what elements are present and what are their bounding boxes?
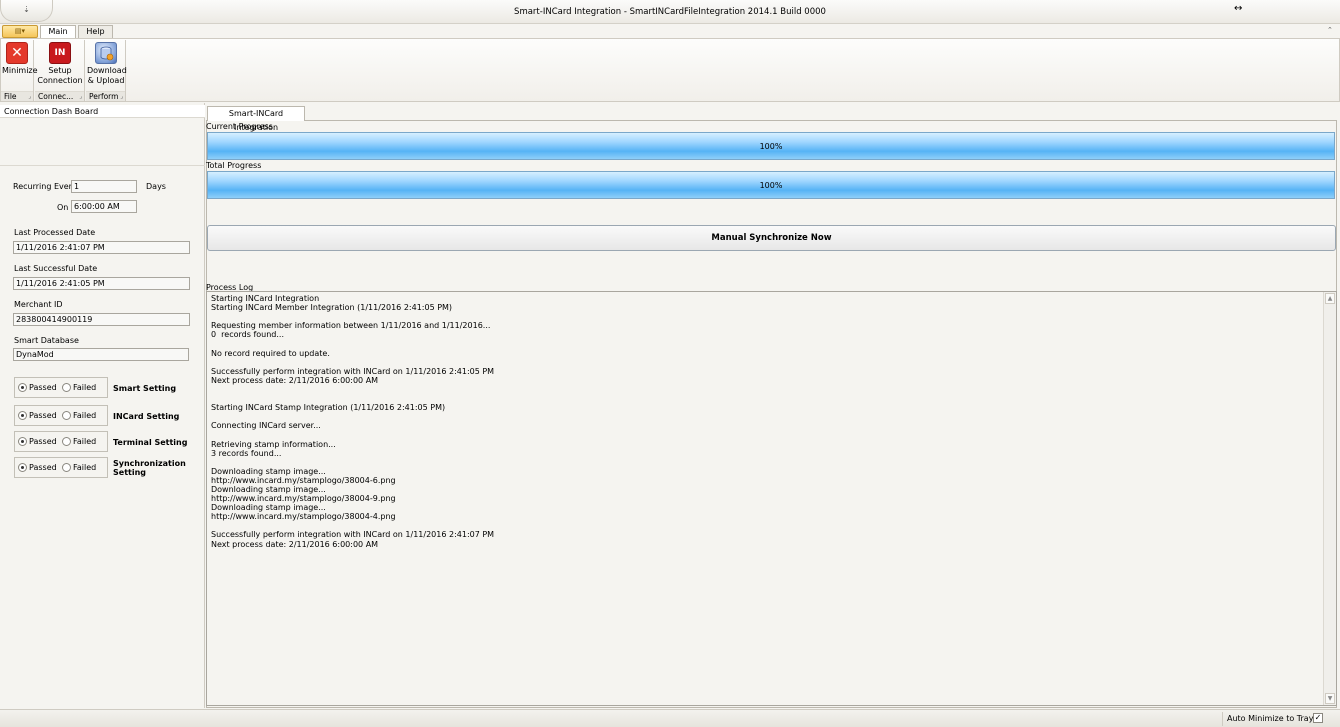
manual-synchronize-button[interactable]: Manual Synchronize Now (207, 225, 1336, 251)
ribbon-group-connection: IN Setup Connection Connec... ⌟ (35, 40, 85, 101)
group-label-text: File (4, 92, 17, 101)
minimize-button[interactable]: ✕ Minimize (2, 42, 38, 76)
merchant-id-label: Merchant ID (14, 300, 63, 309)
radio-dot (62, 411, 71, 420)
minimize-button-label: Minimize (2, 66, 38, 75)
ribbon-group-perform: Download & Upload Perform ⌟ (86, 40, 127, 101)
smart-setting-status: Passed Failed (14, 377, 108, 398)
resize-icon[interactable]: ↔ (1234, 3, 1242, 14)
setup-connection-button[interactable]: IN Setup Connection (37, 42, 83, 86)
merchant-id-field: 283800414900119 (13, 313, 190, 326)
radio-dot (62, 463, 71, 472)
current-progress-bar: 100% (207, 132, 1335, 160)
synchronization-setting-line1: Synchronization (113, 459, 186, 468)
last-processed-label: Last Processed Date (14, 228, 96, 237)
application-menu-button[interactable]: ▤▾ (2, 25, 38, 38)
passed-radio[interactable]: Passed (18, 463, 57, 472)
status-bar: Auto Minimize to Tray ✓ (0, 709, 1340, 727)
failed-radio[interactable]: Failed (62, 383, 96, 392)
title-bar: ⇣ Smart-INCard Integration - SmartINCard… (0, 0, 1340, 24)
scroll-down-icon[interactable]: ▼ (1325, 693, 1335, 704)
last-processed-field: 1/11/2016 2:41:07 PM (13, 241, 190, 254)
recurring-unit-label: Days (146, 182, 166, 191)
last-successful-label: Last Successful Date (14, 264, 98, 273)
ribbon-group-file: ✕ Minimize File ⌟ (1, 40, 38, 101)
failed-label: Failed (73, 411, 97, 420)
ribbon-collapse-icon[interactable]: ⌃ (1327, 26, 1333, 34)
radio-dot-selected (18, 411, 27, 420)
radio-dot (62, 437, 71, 446)
ribbon-group-label-file: File ⌟ (1, 91, 33, 101)
passed-label: Passed (29, 463, 57, 472)
group-expand-icon[interactable]: ⌟ (79, 92, 82, 101)
terminal-setting-status: Passed Failed (14, 431, 108, 452)
failed-label: Failed (73, 437, 97, 446)
smart-setting-label: Smart Setting (113, 384, 177, 393)
terminal-setting-label: Terminal Setting (113, 438, 188, 447)
radio-dot-selected (18, 383, 27, 392)
passed-radio[interactable]: Passed (18, 411, 57, 420)
ribbon-group-label-perform: Perform ⌟ (86, 91, 125, 101)
passed-label: Passed (29, 411, 57, 420)
failed-radio[interactable]: Failed (62, 411, 96, 420)
close-x-icon: ✕ (6, 42, 28, 64)
incard-setting-status: Passed Failed (14, 405, 108, 426)
connection-dashboard-panel: Connection Dash Board Recurring Every 1 … (0, 103, 205, 708)
synchronization-setting-line2: Setting (113, 468, 146, 477)
process-log-text: Starting INCard Integration Starting INC… (211, 294, 495, 549)
failed-label: Failed (73, 463, 97, 472)
total-progress-label: Total Progress (206, 161, 262, 170)
radio-dot-selected (18, 463, 27, 472)
passed-label: Passed (29, 383, 57, 392)
group-expand-icon[interactable]: ⌟ (28, 92, 31, 101)
radio-dot-selected (18, 437, 27, 446)
on-time-input[interactable]: 6:00:00 AM (71, 200, 137, 213)
database-sync-icon (95, 42, 117, 64)
group-expand-icon[interactable]: ⌟ (120, 92, 123, 101)
tab-smart-incard-integration[interactable]: Smart-INCard Integration (207, 106, 305, 132)
ribbon: ✕ Minimize File ⌟ IN Setup Connection Co… (0, 38, 1340, 102)
smart-database-label: Smart Database (14, 336, 79, 345)
ribbon-group-label-connection: Connec... ⌟ (35, 91, 84, 101)
total-progress-bar: 100% (207, 171, 1335, 199)
recurring-every-label: Recurring Every (13, 182, 77, 191)
current-progress-label: Current Progress (206, 122, 273, 131)
on-label: On (57, 203, 69, 212)
process-log[interactable]: Starting INCard Integration Starting INC… (206, 291, 1337, 706)
passed-radio[interactable]: Passed (18, 437, 57, 446)
synchronization-setting-status: Passed Failed (14, 457, 108, 478)
last-successful-field: 1/11/2016 2:41:05 PM (13, 277, 190, 290)
download-upload-label-1: Download (87, 66, 127, 75)
ribbon-tab-strip: ▤▾ Main Help ⌃ (0, 24, 1340, 40)
smart-database-field: DynaMod (13, 348, 189, 361)
dashboard-header: Connection Dash Board (0, 105, 205, 118)
download-upload-label-2: & Upload (87, 76, 125, 85)
auto-minimize-checkbox[interactable]: ✓ (1313, 713, 1323, 723)
failed-radio[interactable]: Failed (62, 437, 96, 446)
current-progress-text: 100% (759, 142, 783, 151)
dashboard-divider (0, 165, 205, 166)
passed-label: Passed (29, 437, 57, 446)
status-separator (1222, 712, 1223, 726)
passed-radio[interactable]: Passed (18, 383, 57, 392)
log-scrollbar[interactable]: ▲ ▼ (1323, 292, 1336, 705)
download-upload-button[interactable]: Download & Upload (87, 42, 127, 86)
group-label-text: Connec... (38, 92, 74, 101)
incard-logo-icon: IN (49, 42, 71, 64)
radio-dot (62, 383, 71, 392)
tab-help[interactable]: Help (78, 25, 113, 39)
auto-minimize-label: Auto Minimize to Tray (1227, 714, 1314, 723)
setup-connection-label-1: Setup (48, 66, 72, 75)
scroll-up-icon[interactable]: ▲ (1325, 293, 1335, 304)
window-title: Smart-INCard Integration - SmartINCardFi… (514, 7, 826, 17)
incard-setting-label: INCard Setting (113, 412, 180, 421)
setup-connection-label-2: Connection (37, 76, 83, 85)
recurring-every-input[interactable]: 1 (71, 180, 137, 193)
total-progress-text: 100% (759, 181, 783, 190)
synchronization-setting-label: Synchronization Setting (113, 459, 186, 477)
group-label-text: Perform (89, 92, 119, 101)
failed-radio[interactable]: Failed (62, 463, 96, 472)
failed-label: Failed (73, 383, 97, 392)
